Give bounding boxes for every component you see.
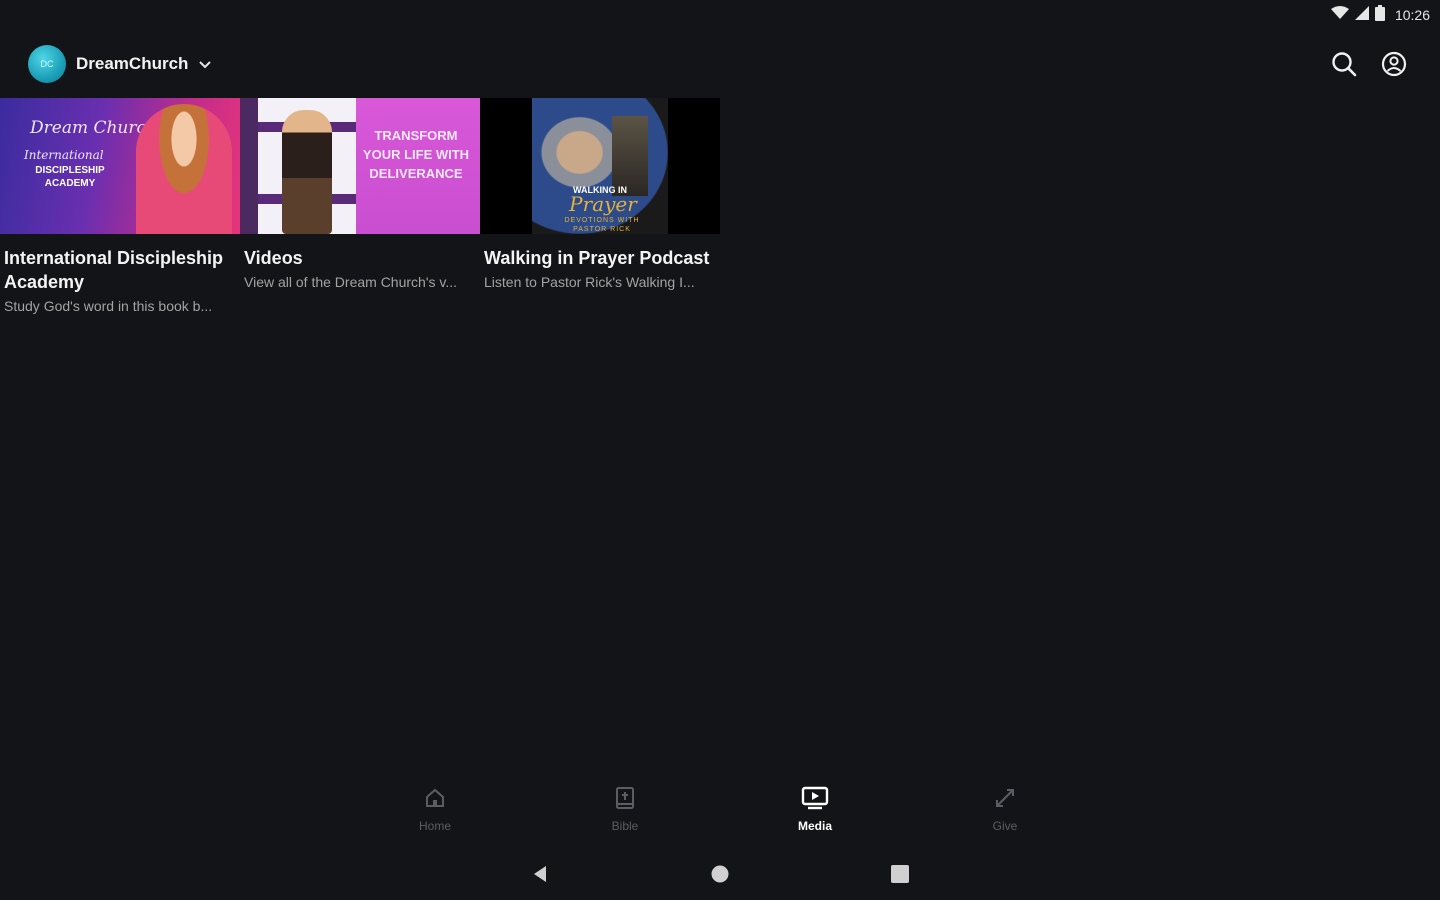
signal-icon xyxy=(1354,5,1369,25)
search-icon[interactable] xyxy=(1330,50,1358,78)
nav-label: Give xyxy=(992,819,1018,833)
home-circle-icon[interactable] xyxy=(708,862,732,886)
thumbnail-photo xyxy=(282,110,332,234)
media-card-description: View all of the Dream Church's v... xyxy=(244,274,458,290)
recents-icon[interactable] xyxy=(888,862,912,886)
thumbnail-caption: DISCIPLESHIP ACADEMY xyxy=(35,165,105,189)
church-selector[interactable]: DC DreamChurch xyxy=(28,45,212,83)
nav-item-bible[interactable]: Bible xyxy=(565,786,685,842)
media-icon xyxy=(801,786,829,815)
account-icon[interactable] xyxy=(1380,50,1408,78)
media-card-title: Videos xyxy=(244,248,303,268)
wifi-icon xyxy=(1330,5,1349,25)
app-bar: DC DreamChurch xyxy=(0,40,1440,88)
media-card-description: Study God's word in this book b... xyxy=(4,298,213,314)
battery-icon xyxy=(1374,4,1385,26)
give-icon xyxy=(993,786,1017,815)
nav-label: Bible xyxy=(611,819,639,833)
church-logo: DC xyxy=(28,45,66,83)
thumbnail-caption: DEVOTIONS WITH PASTOR RICK xyxy=(564,217,640,233)
nav-item-give[interactable]: Give xyxy=(945,786,1065,842)
chevron-down-icon xyxy=(198,57,212,71)
media-list: Dream Church International DISCIPLESHIP … xyxy=(0,98,720,316)
status-time: 10:26 xyxy=(1394,7,1430,23)
thumbnail-script-text: International xyxy=(24,148,104,162)
nav-label: Home xyxy=(418,819,451,833)
status-bar: 10:26 xyxy=(0,0,1440,30)
media-thumbnail: Dream Church International DISCIPLESHIP … xyxy=(0,98,240,234)
media-thumbnail: WALKING IN Prayer DEVOTIONS WITH PASTOR … xyxy=(480,98,720,234)
media-card-title: International Discipleship Academy xyxy=(4,248,224,292)
media-thumbnail: TRANSFORM YOUR LIFE WITH DELIVERANCE xyxy=(240,98,480,234)
nav-item-home[interactable]: Home xyxy=(375,786,495,842)
media-card-discipleship-academy[interactable]: Dream Church International DISCIPLESHIP … xyxy=(0,98,240,316)
media-card-walking-in-prayer[interactable]: WALKING IN Prayer DEVOTIONS WITH PASTOR … xyxy=(480,98,720,316)
system-navigation xyxy=(0,858,1440,890)
thumbnail-script-text: Prayer xyxy=(569,192,637,216)
thumbnail-decoration xyxy=(240,98,258,234)
bible-icon xyxy=(613,786,637,815)
nav-item-media[interactable]: Media xyxy=(755,786,875,842)
thumbnail-caption: TRANSFORM YOUR LIFE WITH DELIVERANCE xyxy=(362,128,470,181)
bottom-navigation: Home Bible Media Give xyxy=(340,786,1100,842)
media-card-title: Walking in Prayer Podcast xyxy=(484,248,710,268)
nav-label: Media xyxy=(797,819,832,833)
media-card-description: Listen to Pastor Rick's Walking I... xyxy=(484,274,695,290)
home-icon xyxy=(423,786,447,815)
app-actions xyxy=(1330,50,1412,78)
church-name: DreamChurch xyxy=(76,54,189,73)
thumbnail-photo xyxy=(136,104,232,234)
back-icon[interactable] xyxy=(528,862,552,886)
media-card-videos[interactable]: TRANSFORM YOUR LIFE WITH DELIVERANCE Vid… xyxy=(240,98,480,316)
